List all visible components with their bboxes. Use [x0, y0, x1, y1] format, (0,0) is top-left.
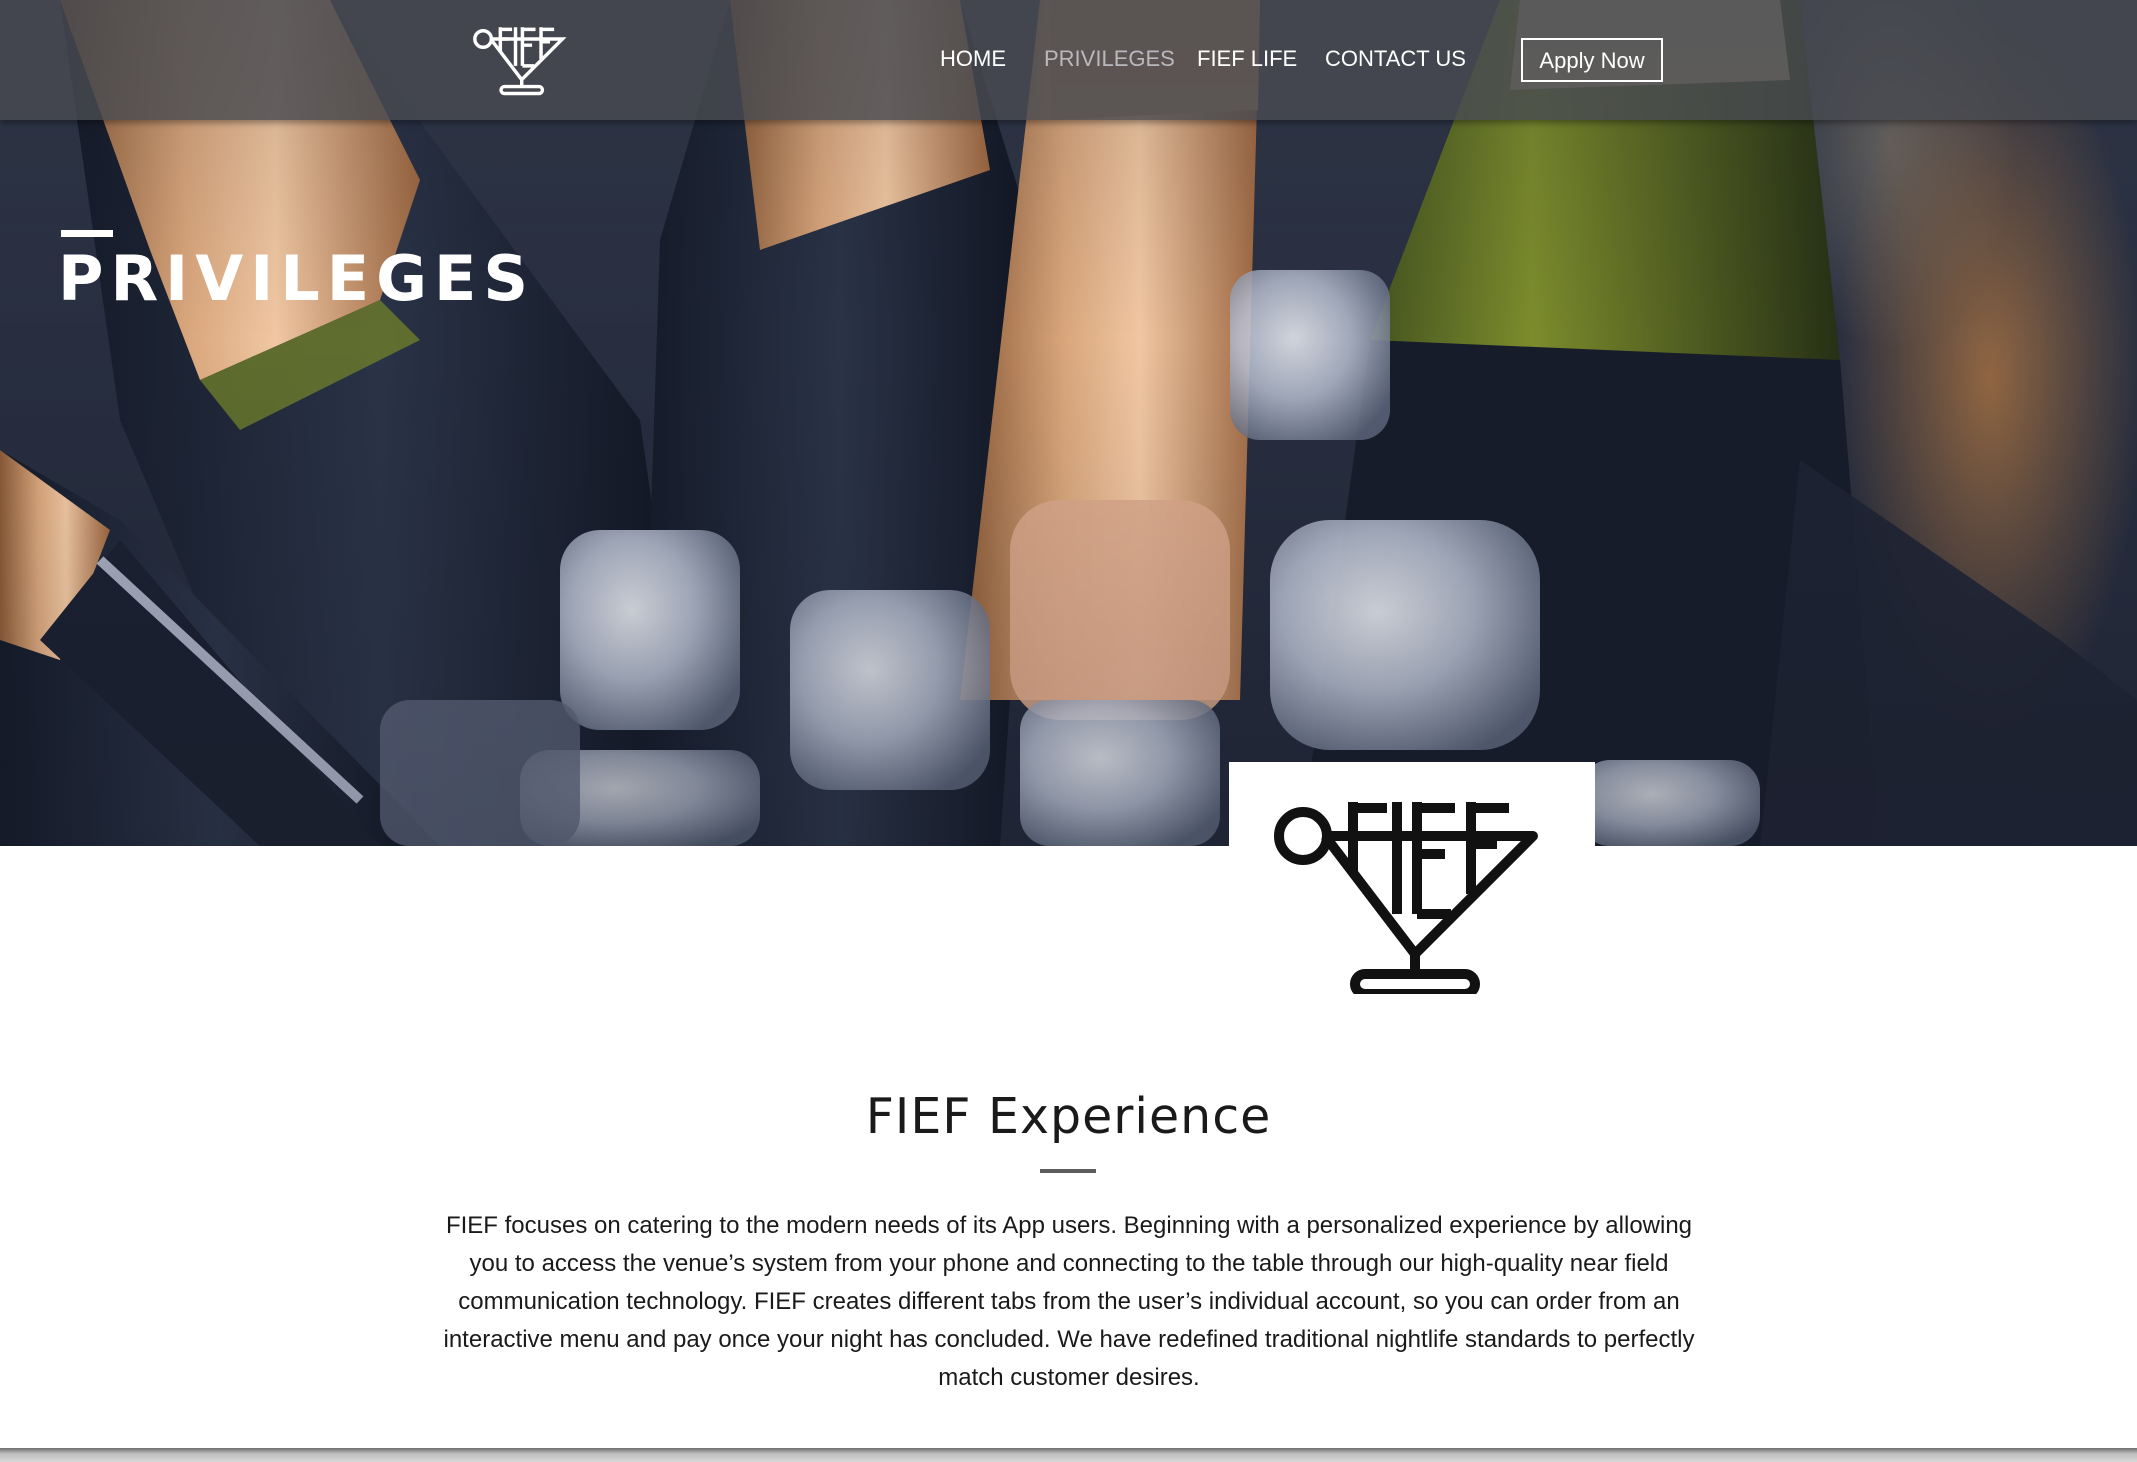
bottom-edge	[0, 1448, 2137, 1462]
title-accent-bar	[61, 230, 113, 237]
hero-title: PRIVILEGES	[58, 242, 536, 315]
logo-card	[1229, 762, 1595, 1012]
hero-banner: PRIVILEGES	[0, 0, 2137, 846]
hero-overlay	[0, 0, 2137, 846]
section-heading: FIEF Experience	[865, 1088, 1272, 1145]
heading-divider	[1040, 1169, 1096, 1173]
fief-martini-logo-icon	[1274, 802, 1538, 994]
section-body-text: FIEF focuses on catering to the modern n…	[443, 1212, 1695, 1391]
nav-home[interactable]: HOME	[940, 44, 1006, 74]
site-header: HOME PRIVILEGES FIEF LIFE CONTACT US App…	[0, 0, 2137, 120]
nav-contact-us[interactable]: CONTACT US	[1325, 44, 1466, 74]
apply-now-button[interactable]: Apply Now	[1521, 38, 1663, 82]
nav-privileges[interactable]: PRIVILEGES	[1044, 44, 1175, 74]
nav-fief-life[interactable]: FIEF LIFE	[1197, 44, 1297, 74]
fief-logo-icon[interactable]	[470, 22, 570, 96]
fief-martini-logo-icon	[473, 27, 567, 96]
page: PRIVILEGES HOME PRIVILEGES FIEF LIFE CON…	[0, 0, 2137, 1462]
